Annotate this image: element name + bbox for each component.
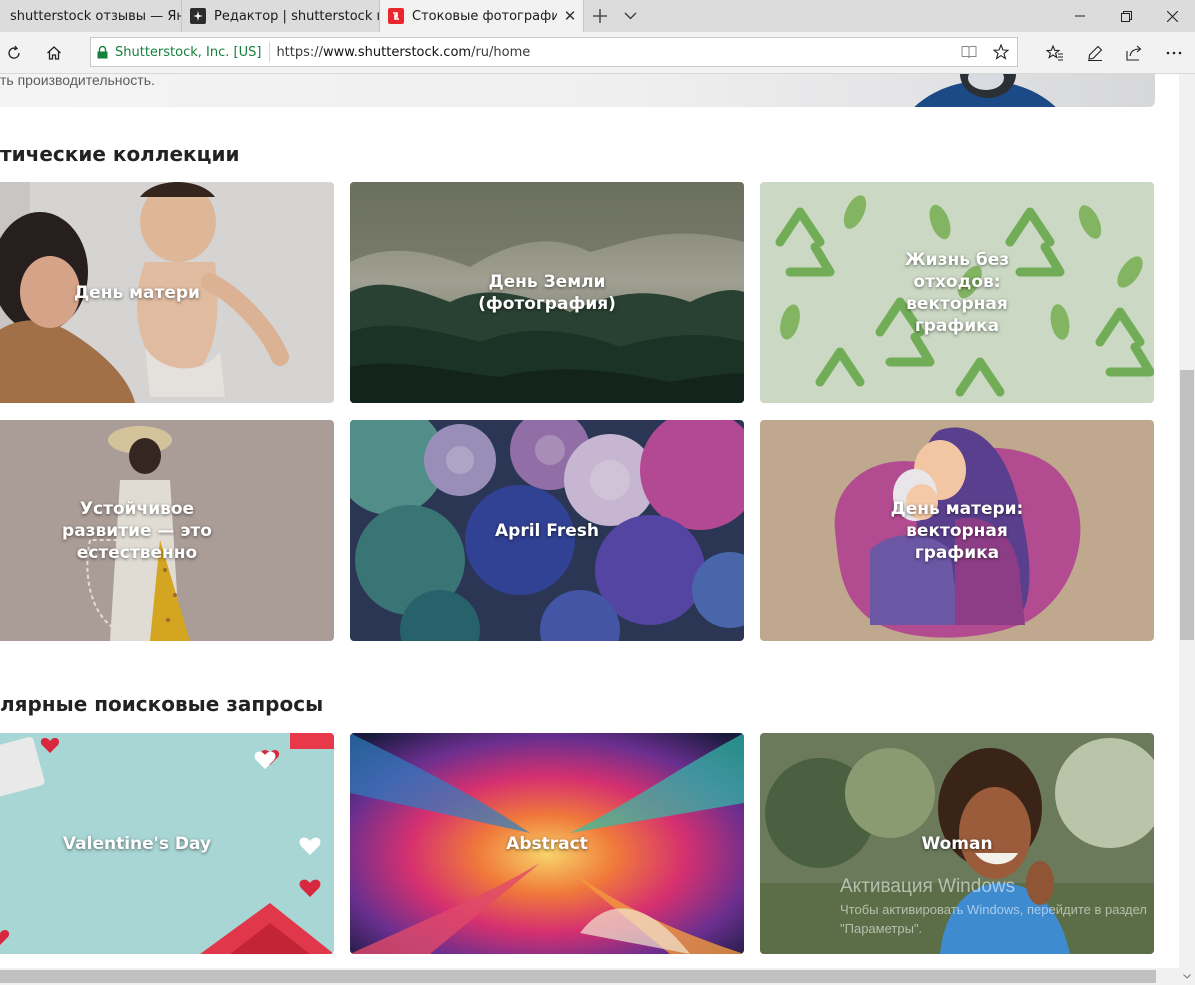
- tab-editor[interactable]: Редактор | shutterstock пре: [182, 0, 380, 32]
- page-content: ть производительность. тические коллекци…: [0, 74, 1179, 968]
- popular-card-abstract[interactable]: Abstract: [350, 733, 744, 954]
- close-window-icon[interactable]: [1149, 0, 1195, 32]
- hero-description: ть производительность.: [0, 74, 155, 88]
- popular-card-label: Valentine's Day: [62, 833, 212, 854]
- tab-strip: shutterstock отзывы — Янд Редактор | shu…: [0, 0, 1195, 32]
- more-menu-icon[interactable]: [1156, 32, 1192, 73]
- reading-view-icon[interactable]: [953, 38, 985, 66]
- collection-card-label: April Fresh: [495, 520, 599, 541]
- certificate-label: Shutterstock, Inc. [US]: [115, 44, 262, 60]
- collection-card-mothers-day-vector[interactable]: День матери: векторная графика: [760, 420, 1154, 641]
- hero-person-image: [914, 74, 1056, 107]
- web-notes-pen-icon[interactable]: [1077, 32, 1113, 73]
- collection-card-april-fresh[interactable]: April Fresh: [350, 420, 744, 641]
- url-scheme: https://: [276, 44, 324, 60]
- url-path: /ru/home: [471, 44, 531, 60]
- editor-favicon-icon: [190, 8, 206, 24]
- popular-searches-heading: лярные поисковые запросы: [0, 692, 324, 716]
- popular-card-valentines-day[interactable]: Valentine's Day: [0, 733, 334, 954]
- shutterstock-favicon-icon: [388, 8, 404, 24]
- close-tab-icon[interactable]: ✕: [557, 7, 583, 25]
- share-icon[interactable]: [1116, 32, 1152, 73]
- new-tab-icon[interactable]: [584, 0, 616, 32]
- tab-title: shutterstock отзывы — Янд: [10, 8, 181, 24]
- refresh-icon[interactable]: [0, 32, 32, 73]
- tab-shutterstock[interactable]: Стоковые фотографии, ✕: [380, 0, 584, 32]
- horizontal-scrollbar-thumb[interactable]: [0, 970, 1156, 983]
- favorite-star-icon[interactable]: [985, 38, 1017, 66]
- collection-card-mothers-day[interactable]: День матери: [0, 182, 334, 403]
- collection-card-label: День Земли (фотография): [478, 271, 616, 314]
- restore-icon[interactable]: [1103, 0, 1149, 32]
- address-bar[interactable]: Shutterstock, Inc. [US] https://www.shut…: [90, 37, 1018, 67]
- collection-card-label: Жизнь без отходов: векторная графика: [904, 249, 1010, 336]
- collection-card-sustainability[interactable]: Устойчивое развитие — это естественно: [0, 420, 334, 641]
- url-host: www.shutterstock.com: [323, 44, 472, 60]
- popular-card-label: Abstract: [506, 833, 588, 854]
- tab-yandex[interactable]: shutterstock отзывы — Янд: [0, 0, 182, 32]
- minimize-icon[interactable]: [1057, 0, 1103, 32]
- navigation-bar: Shutterstock, Inc. [US] https://www.shut…: [0, 32, 1195, 74]
- collection-card-label: День матери: [74, 282, 200, 303]
- vertical-scrollbar-thumb[interactable]: [1180, 370, 1194, 640]
- tab-title: Стоковые фотографии,: [412, 8, 557, 24]
- collection-card-label: Устойчивое развитие — это естественно: [62, 498, 212, 563]
- collection-card-label: День матери: векторная графика: [890, 498, 1024, 563]
- scroll-down-arrow-icon[interactable]: [1181, 970, 1193, 982]
- hero-banner: ть производительность.: [0, 74, 1155, 107]
- collection-card-earth-day[interactable]: День Земли (фотография): [350, 182, 744, 403]
- tab-list-chevron-down-icon[interactable]: [614, 0, 646, 32]
- url-text[interactable]: https://www.shutterstock.com/ru/home: [270, 45, 953, 60]
- tab-title: Редактор | shutterstock пре: [214, 8, 379, 24]
- favorites-hub-icon[interactable]: [1037, 32, 1073, 73]
- collections-heading: тические коллекции: [0, 142, 240, 166]
- collection-card-zero-waste[interactable]: Жизнь без отходов: векторная графика: [760, 182, 1154, 403]
- home-icon[interactable]: [36, 32, 72, 73]
- popular-card-label: Woman: [921, 833, 993, 854]
- lock-icon: [97, 45, 108, 58]
- certificate-badge[interactable]: Shutterstock, Inc. [US]: [91, 42, 271, 62]
- popular-card-woman[interactable]: Woman: [760, 733, 1154, 954]
